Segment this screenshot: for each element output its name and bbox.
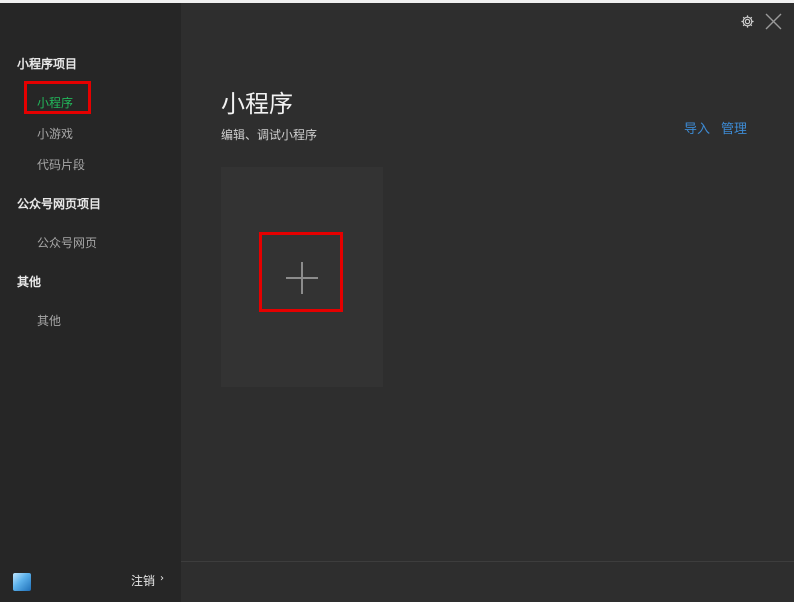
- page-title: 小程序: [221, 90, 293, 118]
- highlight-box: [24, 81, 91, 114]
- chevron-right-icon: ›: [160, 573, 164, 584]
- sidebar-item-code-snippet[interactable]: 代码片段: [37, 156, 85, 173]
- manage-link[interactable]: 管理: [721, 118, 747, 137]
- sidebar-section-title: 其他: [17, 275, 42, 289]
- bottom-bar: [181, 561, 794, 602]
- page-subtitle: 编辑、调试小程序: [221, 128, 318, 142]
- avatar[interactable]: [13, 573, 31, 591]
- import-link[interactable]: 导入: [684, 118, 710, 137]
- sidebar-section-title: 公众号网页项目: [17, 197, 102, 211]
- close-icon[interactable]: [765, 13, 782, 30]
- sidebar-item-other[interactable]: 其他: [37, 312, 61, 329]
- sidebar-item-official-web[interactable]: 公众号网页: [37, 234, 97, 251]
- gear-icon[interactable]: [740, 14, 755, 29]
- sidebar-section-title: 小程序项目: [17, 57, 78, 71]
- sidebar-item-minigame[interactable]: 小游戏: [37, 125, 73, 142]
- highlight-box: [259, 232, 343, 312]
- logout-button[interactable]: 注销: [131, 572, 155, 589]
